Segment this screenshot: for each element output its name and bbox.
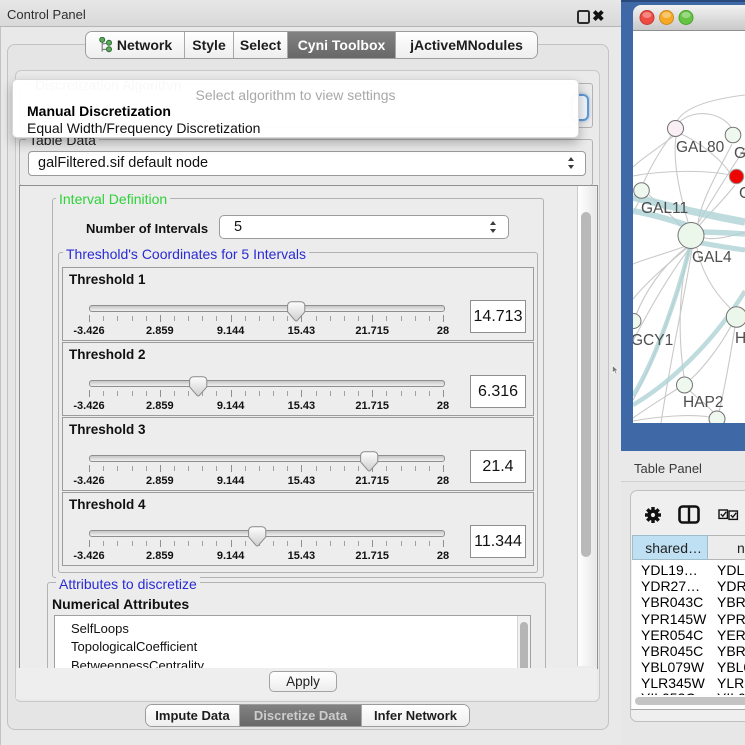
svg-text:GCY1: GCY1 (633, 332, 673, 349)
svg-text:HAP2: HAP2 (683, 394, 724, 411)
svg-text:GAL80: GAL80 (676, 139, 725, 156)
svg-text:GAL: GAL (734, 145, 745, 162)
svg-text:GAL11: GAL11 (641, 200, 688, 217)
svg-text:HIS: HIS (735, 330, 745, 347)
svg-text:CDC: CDC (739, 185, 745, 202)
svg-text:GAL4: GAL4 (692, 249, 732, 266)
